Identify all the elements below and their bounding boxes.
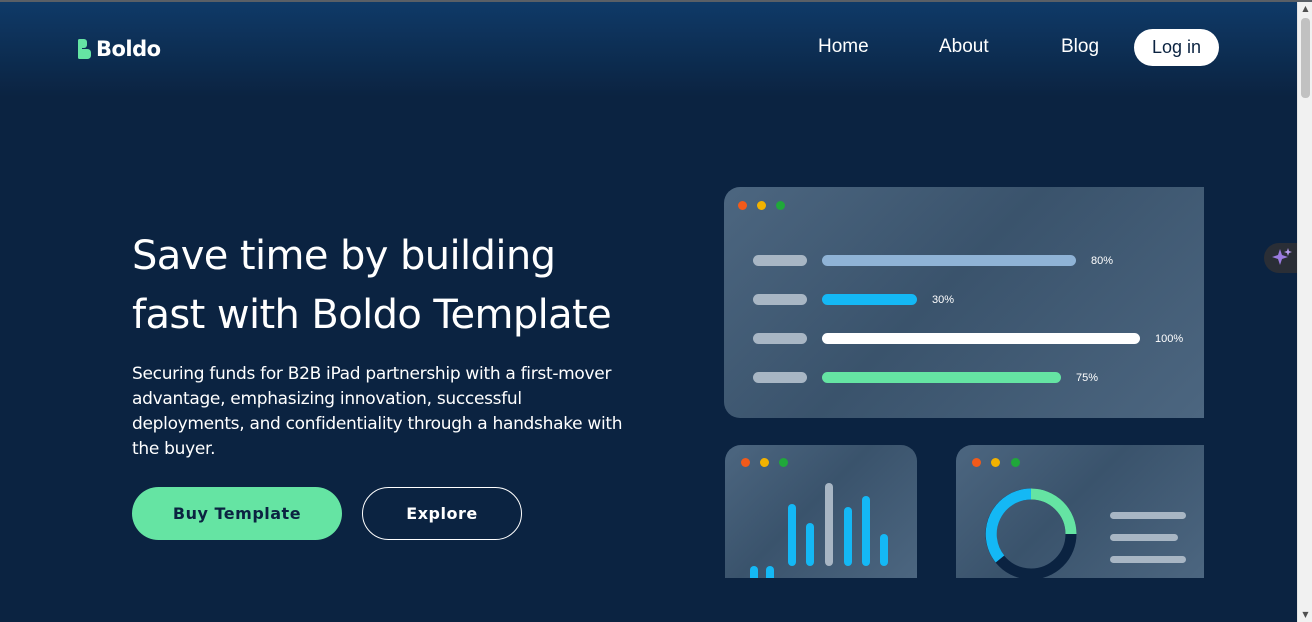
- scrollbar-thumb[interactable]: [1301, 18, 1310, 98]
- progress-bar-fill: [822, 333, 1140, 344]
- window-dot-red: [738, 201, 747, 210]
- hero-title-line-2: fast with Boldo Template: [132, 292, 612, 338]
- progress-row-label-placeholder: [753, 294, 807, 305]
- assistant-button[interactable]: [1264, 243, 1297, 273]
- bar-chart-bar: [766, 566, 774, 578]
- window-dot-green: [776, 201, 785, 210]
- scroll-down-arrow-icon[interactable]: ▼: [1298, 608, 1312, 622]
- bar-chart-bar: [862, 496, 870, 566]
- bar-chart-bar: [844, 507, 852, 566]
- nav-link-blog[interactable]: Blog: [1061, 36, 1099, 58]
- window-dot-yellow: [757, 201, 766, 210]
- progress-bar-fill: [822, 294, 917, 305]
- progress-percent: 100%: [1155, 332, 1184, 345]
- hero-description: Securing funds for B2B iPad partnership …: [132, 364, 623, 459]
- login-button[interactable]: Log in: [1134, 29, 1219, 66]
- sparkle-icon: [1272, 248, 1292, 265]
- nav-link-about[interactable]: About: [939, 36, 989, 58]
- progress-row: 80%: [753, 254, 1114, 267]
- progress-row: 75%: [753, 371, 1099, 384]
- bar-chart-graphic: [750, 483, 888, 578]
- bar-chart-card-illustration: [725, 445, 917, 578]
- hero-title: Save time by building fast with Boldo Te…: [132, 227, 672, 345]
- scroll-up-arrow-icon[interactable]: ▲: [1298, 2, 1312, 16]
- bar-chart-bar: [750, 566, 758, 578]
- landing-page: Boldo Home About Blog Log in Save time b…: [0, 2, 1297, 622]
- progress-row-label-placeholder: [753, 372, 807, 383]
- vertical-scrollbar[interactable]: ▲ ▼: [1297, 2, 1312, 622]
- bar-chart-bar: [880, 534, 888, 566]
- explore-button[interactable]: Explore: [362, 487, 522, 540]
- donut-chart-graphic: [985, 488, 1186, 578]
- progress-row-label-placeholder: [753, 255, 807, 266]
- nav-link-home[interactable]: Home: [818, 36, 869, 58]
- donut-segment-blue: [985, 488, 1032, 563]
- progress-percent: 80%: [1091, 254, 1114, 267]
- progress-percent: 30%: [932, 293, 955, 306]
- brand-logo[interactable]: Boldo: [78, 37, 161, 61]
- legend-line: [1110, 534, 1178, 541]
- hero-title-line-1: Save time by building: [132, 233, 556, 279]
- progress-row: 30%: [753, 293, 955, 306]
- boldo-logo-icon: [78, 39, 91, 59]
- bar-chart-bar: [806, 523, 814, 566]
- bar-chart-bar: [788, 504, 796, 566]
- brand-name: Boldo: [96, 37, 161, 61]
- progress-row-label-placeholder: [753, 333, 807, 344]
- legend-line: [1110, 512, 1186, 519]
- legend-line: [1110, 556, 1186, 563]
- progress-row: 100%: [753, 332, 1184, 345]
- progress-bar-fill: [822, 372, 1061, 383]
- progress-bar-fill: [822, 255, 1076, 266]
- progress-percent: 75%: [1076, 371, 1099, 384]
- buy-template-button[interactable]: Buy Template: [132, 487, 342, 540]
- bar-chart-bar: [825, 483, 833, 566]
- donut-chart-card-illustration: [956, 445, 1204, 578]
- progress-card-illustration: 80% 30% 100% 75%: [724, 187, 1204, 418]
